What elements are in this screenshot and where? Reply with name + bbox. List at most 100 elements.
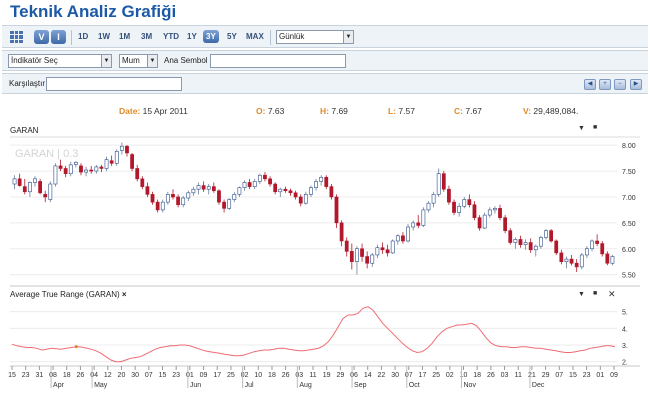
candle bbox=[498, 208, 502, 218]
x-tick-label: 30 bbox=[391, 372, 399, 379]
y-tick-label: 5.50 bbox=[622, 273, 636, 280]
candle bbox=[247, 182, 252, 187]
candle bbox=[426, 202, 431, 211]
candle bbox=[467, 199, 472, 206]
x-tick-label: 09 bbox=[200, 372, 208, 379]
candle bbox=[211, 186, 216, 192]
candle bbox=[22, 186, 27, 193]
x-tick-label: 30 bbox=[131, 372, 139, 379]
candle bbox=[452, 201, 456, 213]
candle bbox=[585, 248, 589, 256]
x-tick-label: 07 bbox=[405, 372, 413, 379]
candle bbox=[53, 165, 58, 185]
candle bbox=[579, 254, 584, 268]
candle bbox=[544, 230, 548, 238]
x-tick-label: 26 bbox=[487, 372, 495, 379]
x-tick-label: 23 bbox=[583, 372, 591, 379]
candle bbox=[482, 214, 487, 229]
x-tick-label: 04 bbox=[90, 372, 98, 379]
candle bbox=[196, 185, 201, 190]
candle bbox=[508, 230, 513, 243]
candle bbox=[569, 258, 574, 264]
candle bbox=[288, 190, 293, 194]
x-tick-label: 02 bbox=[446, 372, 454, 379]
candle bbox=[58, 165, 63, 169]
candle bbox=[217, 190, 221, 203]
month-label: Jul bbox=[245, 382, 254, 389]
y-tick-label: 6.00 bbox=[622, 247, 636, 254]
candle bbox=[283, 188, 288, 192]
candle bbox=[191, 188, 196, 194]
candle bbox=[104, 159, 109, 169]
candle bbox=[513, 239, 518, 243]
candle bbox=[477, 217, 482, 229]
candle bbox=[140, 178, 145, 187]
y-tick-label: 8.00 bbox=[622, 143, 636, 150]
candle bbox=[329, 186, 334, 198]
month-label: Aug bbox=[299, 382, 312, 389]
candle bbox=[493, 208, 497, 211]
candle bbox=[380, 247, 385, 251]
candle bbox=[436, 173, 441, 195]
candle bbox=[268, 178, 272, 185]
candle bbox=[590, 240, 594, 250]
x-tick-label: 23 bbox=[172, 372, 180, 379]
candle bbox=[595, 240, 599, 244]
x-tick-label: 01 bbox=[186, 372, 194, 379]
candle bbox=[33, 178, 37, 183]
candle bbox=[278, 188, 283, 193]
y-tick-label: 5. bbox=[622, 310, 628, 317]
month-label: May bbox=[94, 382, 108, 389]
month-label: Jun bbox=[190, 382, 201, 389]
candle bbox=[12, 178, 17, 185]
x-tick-label: 19 bbox=[323, 372, 331, 379]
candle bbox=[365, 256, 370, 264]
candle bbox=[523, 242, 528, 245]
candle bbox=[227, 199, 232, 209]
candle bbox=[564, 258, 569, 262]
candle bbox=[48, 183, 53, 200]
month-label: Sep bbox=[354, 382, 367, 389]
x-tick-label: 25 bbox=[227, 372, 235, 379]
candle bbox=[171, 194, 175, 198]
candle bbox=[411, 222, 416, 228]
candle bbox=[181, 197, 186, 206]
x-tick-label: 17 bbox=[419, 372, 427, 379]
candle bbox=[109, 160, 114, 164]
candle bbox=[600, 243, 605, 255]
candle bbox=[114, 151, 119, 164]
candle bbox=[263, 174, 267, 180]
candle bbox=[38, 181, 42, 194]
candle bbox=[574, 262, 579, 268]
candle bbox=[28, 182, 32, 193]
candle bbox=[94, 166, 99, 172]
candle bbox=[395, 235, 400, 242]
candle bbox=[309, 187, 313, 195]
candle bbox=[206, 186, 211, 190]
candle bbox=[319, 176, 324, 182]
candle bbox=[431, 194, 436, 204]
candle bbox=[155, 201, 160, 211]
chart-canvas: 5.50 6.00 6.50 7.00 7.50 8.00 2. 3. 4. 5. 15 23 31 08… bbox=[8, 136, 640, 389]
candle bbox=[303, 194, 308, 204]
candle bbox=[324, 176, 329, 187]
candle bbox=[73, 161, 78, 165]
candle bbox=[487, 209, 492, 216]
candle bbox=[232, 194, 237, 200]
month-label: Dec bbox=[532, 382, 545, 389]
candle bbox=[135, 168, 140, 180]
candle bbox=[518, 239, 523, 245]
candle bbox=[68, 164, 73, 174]
candle bbox=[252, 181, 257, 187]
candle bbox=[314, 181, 318, 188]
month-label: Nov bbox=[464, 382, 477, 389]
candle bbox=[528, 242, 533, 251]
x-tick-label: 02 bbox=[241, 372, 249, 379]
y-tick-label: 4. bbox=[622, 326, 628, 333]
candle bbox=[99, 166, 104, 169]
candle bbox=[176, 196, 180, 206]
x-tick-label: 18 bbox=[268, 372, 276, 379]
candle bbox=[447, 188, 451, 203]
candle bbox=[237, 187, 242, 195]
x-tick-label: 08 bbox=[49, 372, 57, 379]
